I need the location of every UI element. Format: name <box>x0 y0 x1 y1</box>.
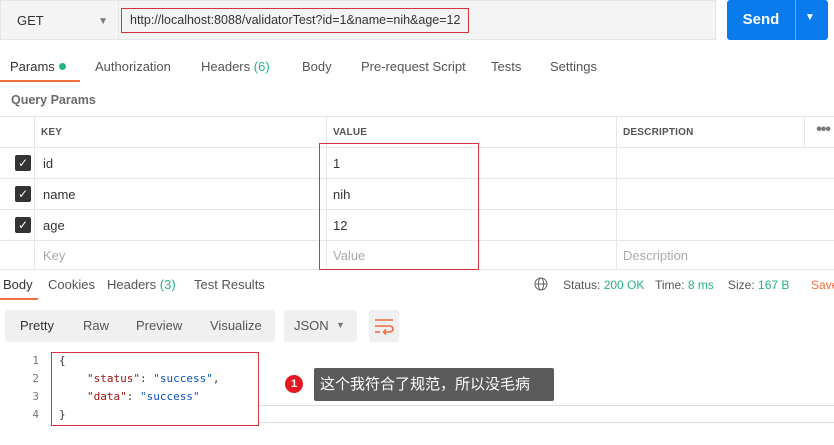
size-value: 167 B <box>758 278 790 292</box>
view-mode-group: Pretty Raw Preview Visualize <box>5 310 275 342</box>
resp-tab-cookies-label: Cookies <box>48 277 95 292</box>
tab-authorization-label: Authorization <box>95 59 171 74</box>
active-response-tab-indicator <box>0 298 38 300</box>
tab-body-label: Body <box>302 59 332 74</box>
tab-params-label: Params <box>10 59 55 74</box>
size-label: Size: <box>728 278 755 292</box>
tab-prerequest-script[interactable]: Pre-request Script <box>361 59 466 74</box>
more-options-icon[interactable]: ••• <box>816 121 831 139</box>
url-text[interactable]: http://localhost:8088/validatorTest?id=1… <box>121 8 470 33</box>
param-description[interactable] <box>616 179 834 209</box>
tab-authorization[interactable]: Authorization <box>95 59 171 74</box>
view-visualize-button[interactable]: Visualize <box>210 318 262 333</box>
query-params-title: Query Params <box>11 93 96 107</box>
resp-tab-test-results[interactable]: Test Results <box>194 277 265 292</box>
tab-headers-count: (6) <box>253 59 270 74</box>
tab-tests[interactable]: Tests <box>491 59 521 74</box>
param-key[interactable]: name <box>34 179 326 209</box>
send-button[interactable]: Send ▼ <box>727 0 828 40</box>
view-raw-button[interactable]: Raw <box>83 318 109 333</box>
tab-tests-label: Tests <box>491 59 522 74</box>
tab-headers[interactable]: Headers (6) <box>201 59 270 74</box>
resp-tab-headers-count: (3) <box>159 277 176 292</box>
row-checkbox[interactable]: ✓ <box>15 155 31 171</box>
tab-prerequest-label: Pre-request Script <box>361 59 466 74</box>
description-placeholder[interactable]: Description <box>616 241 834 269</box>
send-label: Send <box>742 11 780 28</box>
tab-params[interactable]: Params <box>10 59 66 74</box>
chevron-down-icon: ▼ <box>336 320 345 330</box>
col-key-header: KEY <box>34 117 326 147</box>
param-key[interactable]: id <box>34 148 326 178</box>
time-label: Time: <box>655 278 685 292</box>
key-placeholder[interactable]: Key <box>34 241 326 269</box>
param-key[interactable]: age <box>34 210 326 240</box>
size-info: Size: 167 B <box>728 278 789 292</box>
row-checkbox[interactable]: ✓ <box>15 217 31 233</box>
chevron-down-icon: ▼ <box>98 16 108 27</box>
divider <box>259 405 834 406</box>
col-description-header: DESCRIPTION <box>616 117 804 147</box>
code-highlight-box <box>51 352 259 426</box>
time-value: 8 ms <box>687 278 714 292</box>
param-description[interactable] <box>616 210 834 240</box>
time-info: Time: 8 ms <box>655 278 714 292</box>
tab-body[interactable]: Body <box>302 59 332 74</box>
line-number: 2 <box>32 372 39 385</box>
line-number: 1 <box>32 354 39 367</box>
active-tab-indicator <box>0 80 80 82</box>
wrap-lines-icon <box>375 319 394 336</box>
tab-settings-label: Settings <box>550 59 597 74</box>
method-label: GET <box>17 12 44 28</box>
resp-tab-body-label: Body <box>3 277 33 292</box>
request-tabs: Params Authorization Headers (6) Body Pr… <box>0 50 834 82</box>
row-checkbox[interactable]: ✓ <box>15 186 31 202</box>
resp-tab-body[interactable]: Body <box>3 277 33 292</box>
view-pretty-button[interactable]: Pretty <box>20 318 54 333</box>
status-info: Status: 200 OK <box>563 278 644 292</box>
col-more-cell: ••• <box>804 117 834 147</box>
param-description[interactable] <box>616 148 834 178</box>
wrap-lines-button[interactable] <box>369 310 399 342</box>
send-split-divider <box>795 0 796 40</box>
save-response-link[interactable]: Save <box>811 278 834 292</box>
response-view-toolbar: Pretty Raw Preview Visualize JSON ▼ <box>0 310 834 342</box>
format-label: JSON <box>294 318 329 333</box>
line-number: 4 <box>32 408 39 421</box>
request-bar: GET ▼ http://localhost:8088/validatorTes… <box>0 0 834 44</box>
format-select[interactable]: JSON ▼ <box>284 310 357 342</box>
resp-tab-test-results-label: Test Results <box>194 277 265 292</box>
resp-tab-headers-label: Headers <box>107 277 157 292</box>
resp-tab-headers[interactable]: Headers (3) <box>107 277 176 292</box>
method-select[interactable]: GET ▼ <box>0 0 118 40</box>
tab-settings[interactable]: Settings <box>550 59 597 74</box>
status-value: 200 OK <box>603 278 645 292</box>
divider <box>259 422 834 423</box>
globe-icon[interactable] <box>534 277 548 291</box>
params-active-dot <box>58 63 66 71</box>
status-label: Status: <box>563 278 601 292</box>
chevron-down-icon[interactable]: ▼ <box>805 12 815 23</box>
value-highlight-box <box>319 143 479 270</box>
annotation-badge: 1 <box>285 375 303 393</box>
line-number: 3 <box>32 390 39 403</box>
view-preview-button[interactable]: Preview <box>136 318 182 333</box>
annotation-callout: 这个我符合了规范，所以没毛病 <box>314 368 554 401</box>
resp-tab-cookies[interactable]: Cookies <box>48 277 95 292</box>
tab-headers-label: Headers <box>201 59 251 74</box>
